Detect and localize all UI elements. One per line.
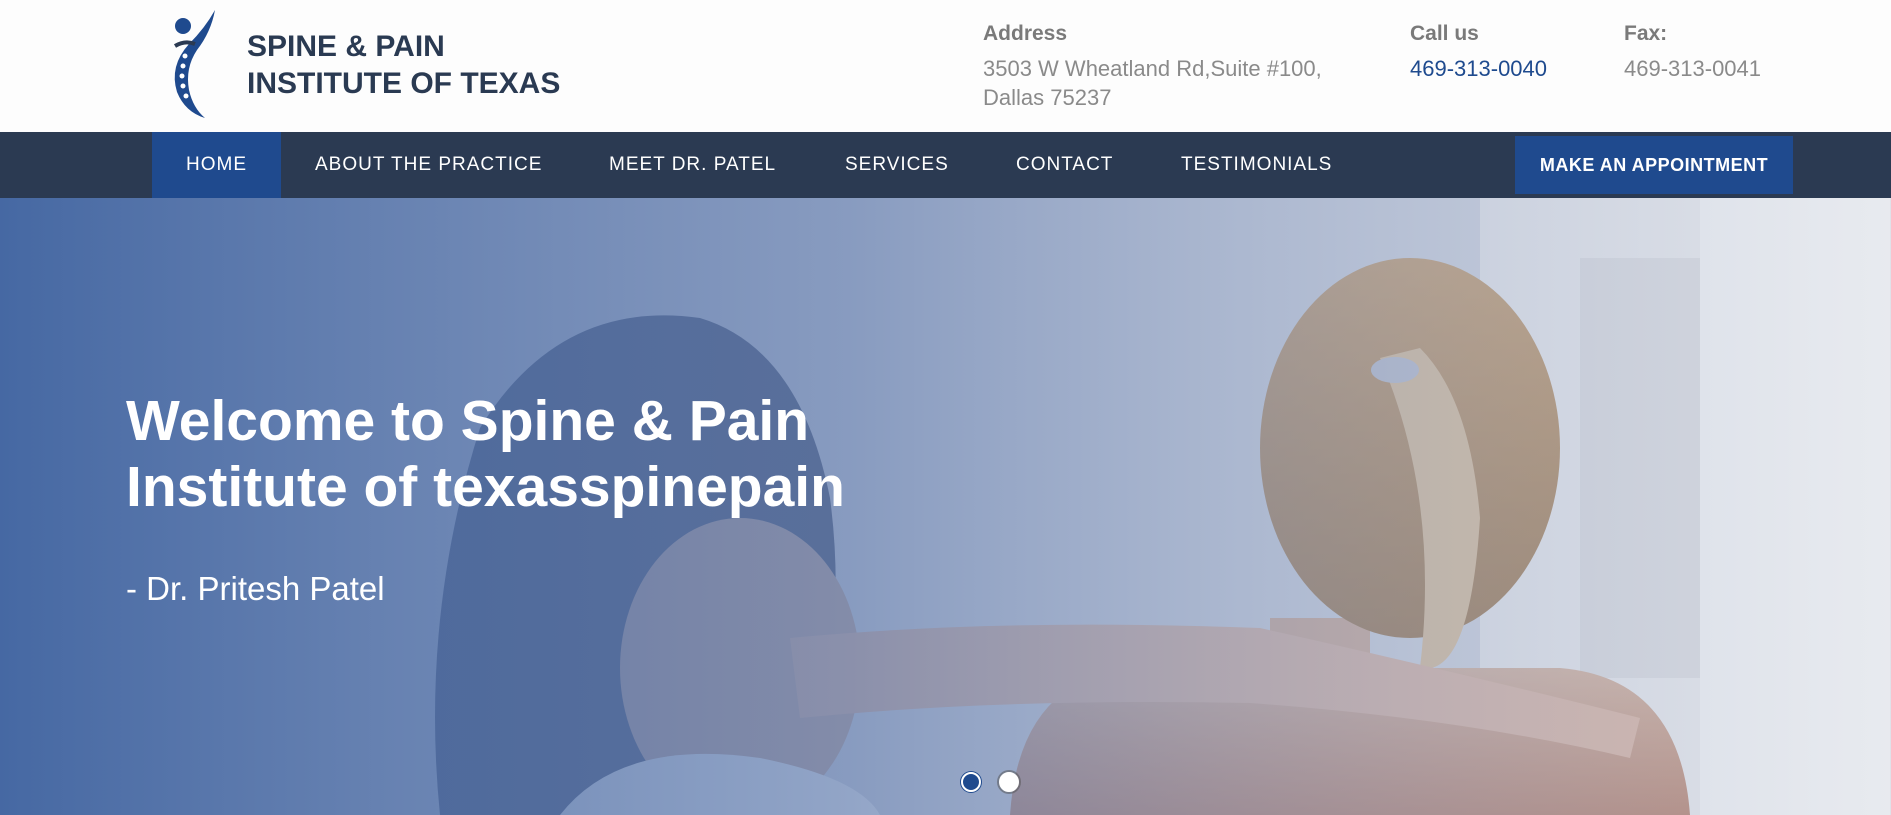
fax-block: Fax: 469-313-0041: [1624, 22, 1761, 83]
address-label: Address: [983, 22, 1068, 45]
hero-title-line-2: Institute of texasspinepain: [126, 455, 845, 519]
nav-item-home[interactable]: HOME: [152, 132, 281, 198]
nav-item-testimonials[interactable]: TESTIMONIALS: [1181, 132, 1332, 198]
main-nav: HOME ABOUT THE PRACTICE MEET DR. PATEL S…: [0, 132, 1891, 198]
make-appointment-button[interactable]: MAKE AN APPOINTMENT: [1515, 136, 1793, 194]
nav-item-about[interactable]: ABOUT THE PRACTICE: [315, 132, 542, 198]
brand-line-2: INSTITUTE OF TEXAS: [247, 67, 561, 100]
address-block: Address 3503 W Wheatland Rd,Suite #100, …: [983, 22, 1322, 112]
brand-line-1: SPINE & PAIN: [247, 30, 445, 63]
hero-slider: Welcome to Spine & Pain Institute of tex…: [0, 198, 1891, 815]
hero-subtitle: - Dr. Pritesh Patel: [126, 570, 385, 607]
slider-dot-1[interactable]: [961, 772, 981, 792]
brand-name[interactable]: SPINE & PAIN INSTITUTE OF TEXAS: [247, 28, 560, 102]
address-line-2: Dallas 75237: [983, 85, 1112, 110]
phone-link[interactable]: 469-313-0040: [1410, 54, 1547, 83]
hero-title: Welcome to Spine & Pain Institute of tex…: [126, 388, 946, 520]
fax-label: Fax:: [1624, 22, 1668, 45]
fax-value: 469-313-0041: [1624, 56, 1762, 81]
nav-item-contact[interactable]: CONTACT: [1016, 132, 1113, 198]
slider-dot-2[interactable]: [999, 772, 1019, 792]
nav-item-meet-dr-patel[interactable]: MEET DR. PATEL: [609, 132, 776, 198]
address-line-1: 3503 W Wheatland Rd,Suite #100,: [983, 56, 1322, 81]
call-label: Call us: [1410, 22, 1479, 45]
site-header: SPINE & PAIN INSTITUTE OF TEXAS Address …: [0, 0, 1891, 132]
spine-figure-icon[interactable]: [155, 6, 230, 122]
call-block: Call us 469-313-0040: [1410, 22, 1547, 83]
hero-title-line-1: Welcome to Spine & Pain: [126, 389, 810, 453]
nav-item-services[interactable]: SERVICES: [845, 132, 949, 198]
